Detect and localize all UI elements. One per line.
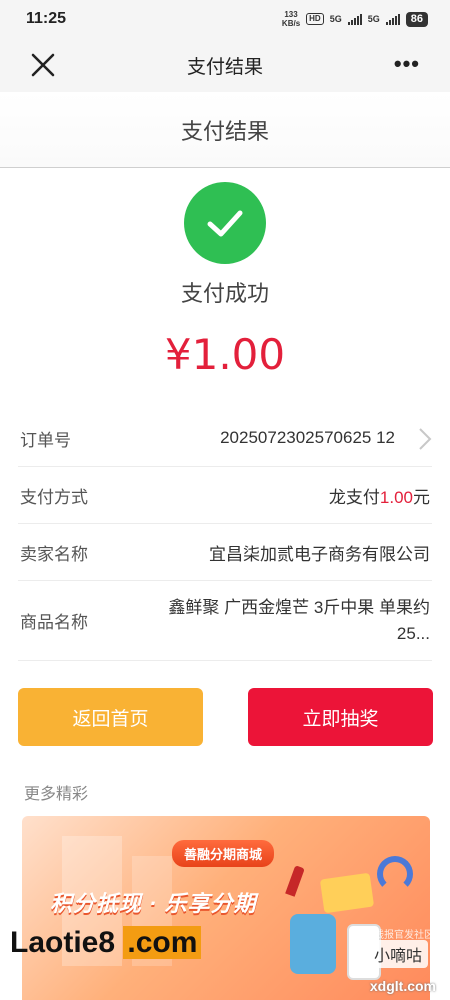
- status-icons: 133 KB/s HD 5G 5G 86: [282, 10, 428, 28]
- page-title: 支付结果: [180, 118, 269, 144]
- chevron-right-icon: [419, 428, 432, 450]
- signal-label-1: 5G: [329, 14, 342, 24]
- more-section-title: 更多精彩: [24, 786, 89, 803]
- banner-tag: 善融分期商城: [172, 840, 275, 867]
- success-check-icon: [184, 182, 266, 264]
- payment-status-text: 支付成功: [180, 281, 269, 306]
- payment-method-amount: 1.00: [379, 487, 413, 507]
- product-value: 鑫鲜聚 广西金煌芒 3斤中果 单果约25...: [168, 597, 430, 643]
- payment-amount: ¥1.00: [164, 330, 286, 379]
- payment-method-name: 龙支付: [328, 487, 380, 507]
- signal-icon-2: [385, 13, 400, 25]
- close-icon[interactable]: [28, 50, 58, 80]
- watermark-site: xdglt.com: [369, 978, 436, 994]
- nav-bar: 支付结果 •••: [0, 38, 450, 92]
- lottery-button[interactable]: 立即抽奖: [248, 688, 433, 746]
- status-bar: 11:25 133 KB/s HD 5G 5G 86: [0, 0, 450, 38]
- watermark-small-text: 线报官发社区: [374, 930, 434, 941]
- seller-row: 卖家名称 宜昌柒加贰电子商务有限公司: [18, 524, 432, 581]
- payment-method-currency: 元: [413, 487, 430, 507]
- payment-details: 订单号 2025072302570625 12 支付方式 龙支付1.00元 卖家…: [0, 410, 450, 661]
- product-label: 商品名称: [20, 613, 88, 632]
- watermark-brand-suffix: .com: [123, 926, 202, 959]
- product-row: 商品名称 鑫鲜聚 广西金煌芒 3斤中果 单果约25...: [18, 581, 432, 661]
- watermark-brand-prefix: Laotie8: [10, 926, 116, 959]
- net-speed-value: 133: [284, 10, 298, 19]
- watermark: Laotie8 .com 线报官发社区 小嘀咕 xdglt.com: [0, 920, 450, 1000]
- payment-method-row: 支付方式 龙支付1.00元: [18, 467, 432, 524]
- seller-value: 宜昌柒加贰电子商务有限公司: [209, 544, 430, 564]
- watermark-xiao: 小嘀咕: [368, 940, 429, 968]
- order-number-value: 2025072302570625 12: [220, 428, 395, 447]
- signal-icon-1: [347, 13, 362, 25]
- battery-icon: 86: [405, 11, 428, 27]
- signal-label-2: 5G: [367, 14, 380, 24]
- nav-title: 支付结果: [186, 56, 263, 78]
- net-speed-unit: KB/s: [281, 19, 301, 28]
- hd-icon: HD: [306, 13, 324, 25]
- order-number-row[interactable]: 订单号 2025072302570625 12: [18, 410, 432, 467]
- payment-method-label: 支付方式: [20, 487, 88, 507]
- status-time: 11:25: [26, 10, 67, 27]
- lipstick-icon: [285, 865, 305, 897]
- credit-card-icon: [319, 872, 375, 914]
- headphones-icon: [377, 856, 413, 892]
- return-home-button[interactable]: 返回首页: [18, 688, 203, 746]
- page-subheader: 支付结果: [0, 92, 450, 168]
- order-number-label: 订单号: [20, 430, 71, 450]
- more-icon[interactable]: •••: [394, 53, 420, 75]
- payment-method-value: 龙支付1.00元: [329, 483, 430, 508]
- watermark-brand: Laotie8 .com: [10, 926, 202, 960]
- seller-label: 卖家名称: [20, 544, 88, 564]
- net-speed: 133 KB/s: [282, 10, 300, 28]
- banner-headline: 积分抵现 · 乐享分期: [50, 891, 257, 916]
